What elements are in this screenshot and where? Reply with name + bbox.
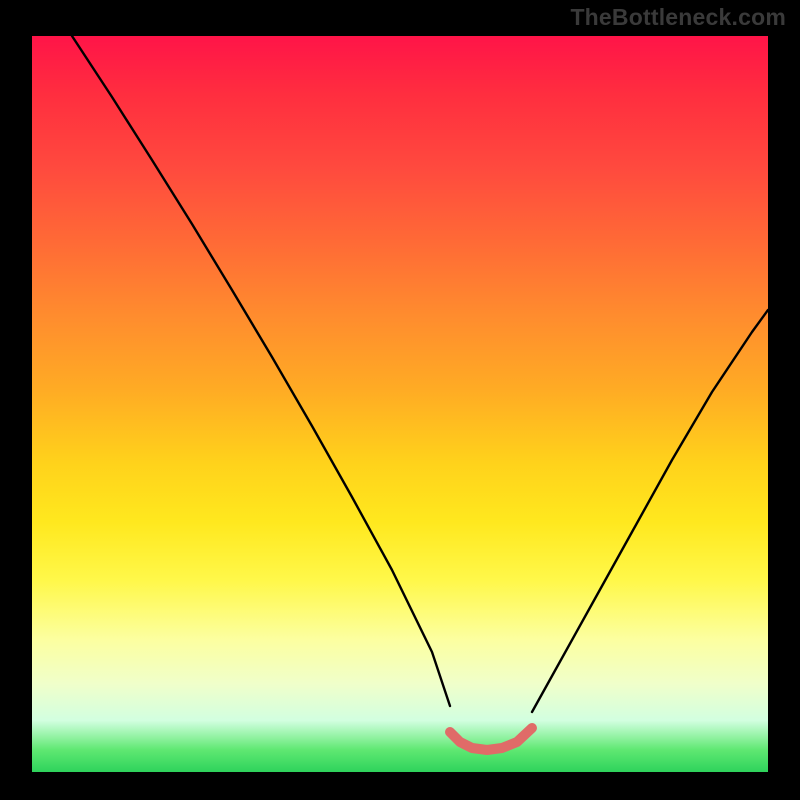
series-left-arm [72,36,450,706]
series-layer [72,36,768,750]
series-bottom-flat [450,728,532,750]
series-right-arm [532,310,768,712]
plot-area [32,36,768,772]
chart-frame: TheBottleneck.com [0,0,800,800]
watermark-text: TheBottleneck.com [570,4,786,31]
chart-svg [32,36,768,772]
